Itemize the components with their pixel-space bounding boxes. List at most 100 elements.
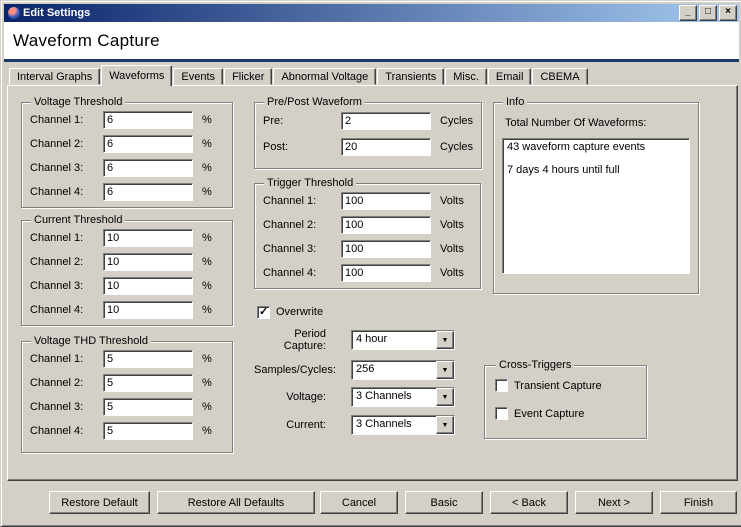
tab-interval-graphs[interactable]: Interval Graphs (9, 68, 101, 85)
trigger-ch3-input[interactable] (341, 240, 431, 258)
tab-waveforms[interactable]: Waveforms (101, 65, 173, 86)
channel-row: Channel 3: Volts (263, 237, 472, 261)
unit-label: % (202, 304, 212, 316)
tab-email[interactable]: Email (487, 68, 532, 85)
voltage-thd-threshold-group: Voltage THD Threshold Channel 1: % Chann… (21, 335, 233, 453)
current-threshold-ch3-input[interactable] (103, 277, 193, 295)
tab-events[interactable]: Events (173, 68, 224, 85)
voltage-thd-ch2-input[interactable] (103, 374, 193, 392)
period-capture-select[interactable]: 4 hour ▼ (351, 330, 455, 350)
basic-button[interactable]: Basic (405, 491, 483, 514)
dropdown-button[interactable]: ▼ (436, 388, 454, 406)
edit-settings-window: Edit Settings _ □ × Waveform Capture Int… (0, 0, 741, 527)
close-button[interactable]: × (719, 5, 737, 21)
info-group: Info Total Number Of Waveforms: 43 wavef… (493, 96, 699, 294)
voltage-thd-ch4-input[interactable] (103, 422, 193, 440)
trigger-ch2-input[interactable] (341, 216, 431, 234)
check-icon: ✓ (259, 305, 269, 318)
field-label: Channel 4: (30, 186, 84, 198)
chevron-down-icon: ▼ (441, 393, 449, 401)
cancel-button[interactable]: Cancel (320, 491, 398, 514)
checkbox-label: Transient Capture (514, 379, 602, 392)
unit-label: Volts (440, 243, 464, 255)
restore-all-defaults-button[interactable]: Restore All Defaults (157, 491, 315, 514)
voltage-threshold-group: Voltage Threshold Channel 1: % Channel 2… (21, 96, 233, 208)
samples-cycles-select[interactable]: 256 ▼ (351, 360, 455, 380)
unit-label: Cycles (440, 141, 474, 153)
cross-trigger-row: Transient Capture (495, 372, 638, 399)
tab-strip: Interval Graphs Waveforms Events Flicker… (9, 65, 589, 86)
next-button[interactable]: Next > (575, 491, 653, 514)
field-label: Channel 2: (30, 377, 84, 389)
channel-row: Channel 3: % (30, 274, 224, 298)
voltage-channels-select[interactable]: 3 Channels ▼ (351, 387, 455, 407)
tab-misc[interactable]: Misc. (445, 68, 487, 85)
overwrite-checkbox[interactable]: ✓ (257, 305, 270, 319)
tab-cbema[interactable]: CBEMA (532, 68, 588, 85)
maximize-button[interactable]: □ (699, 5, 717, 21)
checkbox-label: Overwrite (276, 306, 324, 318)
field-label: Channel 4: (30, 304, 84, 316)
current-threshold-ch4-input[interactable] (103, 301, 193, 319)
unit-label: % (202, 162, 212, 174)
dropdown-button[interactable]: ▼ (436, 361, 454, 379)
voltage-threshold-ch4-input[interactable] (103, 183, 193, 201)
dropdown-button[interactable]: ▼ (436, 331, 454, 349)
voltage-threshold-ch3-input[interactable] (103, 159, 193, 177)
info-line: 7 days 4 hours until full (507, 164, 620, 176)
combo-label: Voltage: (286, 391, 326, 403)
current-threshold-ch1-input[interactable] (103, 229, 193, 247)
unit-label: Volts (440, 195, 464, 207)
post-cycles-input[interactable] (341, 138, 431, 156)
dropdown-button[interactable]: ▼ (436, 416, 454, 434)
pre-cycles-input[interactable] (341, 112, 431, 130)
current-channels-row: Current: 3 Channels ▼ (254, 414, 455, 436)
titlebar[interactable]: Edit Settings _ □ × (4, 4, 739, 22)
event-capture-checkbox[interactable] (495, 407, 508, 420)
trigger-ch4-input[interactable] (341, 264, 431, 282)
channel-row: Channel 4: % (30, 180, 224, 204)
voltage-threshold-ch1-input[interactable] (103, 111, 193, 129)
channel-row: Channel 2: % (30, 250, 224, 274)
unit-label: % (202, 280, 212, 292)
finish-button[interactable]: Finish (660, 491, 737, 514)
pre-post-waveform-group: Pre/Post Waveform Pre: Cycles Post: Cycl… (254, 96, 483, 169)
trigger-ch1-input[interactable] (341, 192, 431, 210)
trigger-threshold-group: Trigger Threshold Channel 1: Volts Chann… (254, 177, 481, 289)
close-icon: × (725, 6, 731, 17)
group-title: Voltage THD Threshold (31, 335, 151, 347)
channel-row: Channel 1: % (30, 347, 224, 371)
app-icon (8, 7, 20, 19)
combo-label: Current: (286, 419, 326, 431)
voltage-thd-ch1-input[interactable] (103, 350, 193, 368)
unit-label: Cycles (440, 115, 474, 127)
tab-flicker[interactable]: Flicker (224, 68, 273, 85)
group-title: Trigger Threshold (264, 177, 357, 189)
field-label: Channel 3: (30, 280, 84, 292)
restore-default-button[interactable]: Restore Default (49, 491, 150, 514)
field-label: Channel 4: (30, 425, 84, 437)
field-row: Pre: Cycles (263, 108, 473, 134)
transient-capture-checkbox[interactable] (495, 379, 508, 392)
channel-row: Channel 2: % (30, 132, 224, 156)
group-title: Cross-Triggers (496, 359, 575, 371)
channel-row: Channel 4: Volts (263, 261, 472, 285)
voltage-thd-ch3-input[interactable] (103, 398, 193, 416)
unit-label: % (202, 401, 212, 413)
unit-label: % (202, 256, 212, 268)
group-title: Current Threshold (31, 214, 126, 226)
back-button[interactable]: < Back (490, 491, 568, 514)
minimize-button[interactable]: _ (679, 5, 697, 21)
combo-value: 3 Channels (356, 390, 412, 402)
current-threshold-ch2-input[interactable] (103, 253, 193, 271)
heading-band: Waveform Capture (4, 22, 739, 62)
tab-abnormal-voltage[interactable]: Abnormal Voltage (273, 68, 377, 85)
voltage-threshold-ch2-input[interactable] (103, 135, 193, 153)
tab-transients[interactable]: Transients (377, 68, 445, 85)
unit-label: % (202, 377, 212, 389)
field-label: Channel 3: (30, 162, 84, 174)
current-channels-select[interactable]: 3 Channels ▼ (351, 415, 455, 435)
channel-row: Channel 3: % (30, 395, 224, 419)
field-label: Channel 1: (30, 232, 84, 244)
channel-row: Channel 1: % (30, 226, 224, 250)
